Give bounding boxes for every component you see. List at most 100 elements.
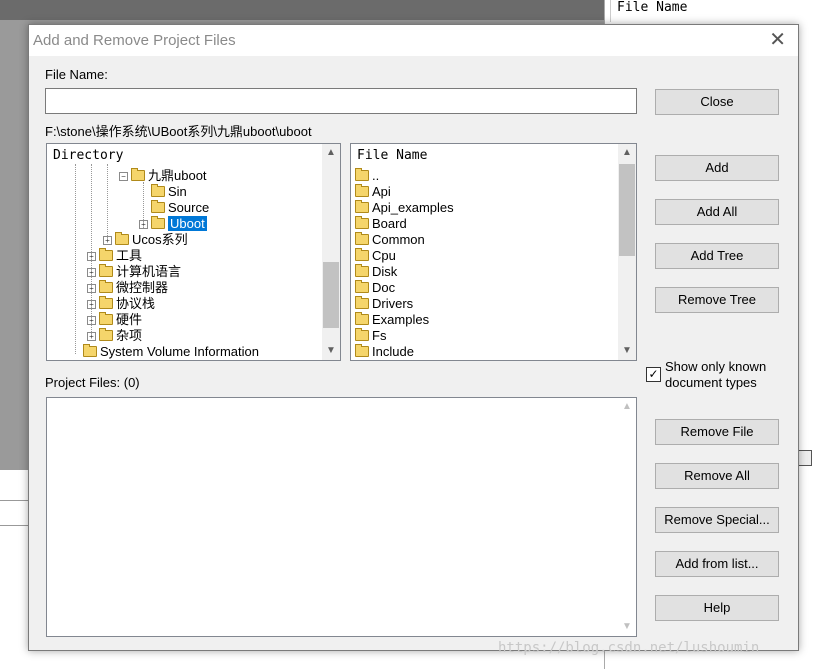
file-list-item[interactable]: Fs [355, 328, 386, 344]
file-list[interactable]: File Name .. Api Api_examples Board Common Cp… [350, 143, 637, 361]
file-list-scrollbar[interactable]: ▲ ▼ [618, 144, 636, 360]
tree-item-label: 硬件 [116, 312, 143, 327]
file-list-item-label: Drivers [372, 296, 414, 311]
file-list-item[interactable]: Api [355, 184, 391, 200]
folder-icon [99, 296, 113, 309]
close-button[interactable]: Close [655, 89, 779, 115]
background-title-strip [0, 0, 604, 20]
directory-scrollbar[interactable]: ▲ ▼ [322, 144, 340, 360]
folder-icon [99, 312, 113, 325]
scroll-down-arrow-icon[interactable]: ▼ [618, 618, 636, 636]
add-from-list-button[interactable]: Add from list... [655, 551, 779, 577]
background-divider [0, 500, 30, 501]
help-button[interactable]: Help [655, 595, 779, 621]
watermark: https://blog.csdn.net/lushoumin [498, 640, 760, 656]
add-button[interactable]: Add [655, 155, 779, 181]
current-path: F:\stone\操作系统\UBoot系列\九鼎uboot\uboot [45, 124, 312, 139]
show-known-types-label-line2: document types [665, 375, 757, 390]
tree-item-label: Ucos系列 [132, 232, 188, 247]
file-list-item-label: Doc [372, 280, 396, 295]
tree-item[interactable]: 工具 [99, 248, 142, 264]
folder-icon [99, 280, 113, 293]
tree-item[interactable]: 协议栈 [99, 296, 155, 312]
tree-item-label: 协议栈 [116, 296, 156, 311]
file-list-item-label: Common [372, 232, 425, 247]
file-list-item[interactable]: Drivers [355, 296, 413, 312]
folder-icon [151, 216, 165, 229]
file-list-item[interactable]: .. [355, 168, 379, 184]
tree-item[interactable]: Uboot [151, 216, 207, 232]
add-remove-project-files-dialog: Add and Remove Project Files ✕ File Name… [28, 24, 799, 651]
dialog-titlebar: Add and Remove Project Files ✕ [29, 25, 798, 56]
file-name-label: File Name: [45, 67, 108, 82]
remove-all-button[interactable]: Remove All [655, 463, 779, 489]
checkmark-icon: ✓ [648, 367, 659, 381]
folder-icon [99, 264, 113, 277]
folder-icon [355, 216, 369, 229]
directory-tree[interactable]: Directory 九鼎uboot − Sin Source Uboot + Ucos系列 +… [46, 143, 341, 361]
project-files-scrollbar[interactable]: ▲ ▼ [618, 398, 636, 636]
project-files-list[interactable]: ▲ ▼ [46, 397, 637, 637]
scroll-down-arrow-icon[interactable]: ▼ [322, 342, 340, 360]
folder-icon [151, 184, 165, 197]
tree-item[interactable]: Sin [151, 184, 187, 200]
close-icon[interactable]: ✕ [769, 30, 786, 50]
directory-header: Directory [53, 148, 124, 163]
tree-item[interactable]: Source [151, 200, 209, 216]
tree-guide-line [91, 164, 92, 334]
file-list-item[interactable]: Api_examples [355, 200, 454, 216]
file-list-item-label: Include [372, 344, 414, 359]
file-list-header: File Name [357, 148, 428, 163]
collapse-icon[interactable]: − [119, 172, 128, 181]
add-all-button[interactable]: Add All [655, 199, 779, 225]
parent-folder-icon [355, 168, 369, 181]
folder-icon [355, 296, 369, 309]
project-files-label: Project Files: (0) [45, 375, 140, 390]
file-list-item-label: Api [372, 184, 391, 199]
tree-item-label: Source [168, 200, 210, 215]
file-list-item-label: Cpu [372, 248, 396, 263]
remove-special-button[interactable]: Remove Special... [655, 507, 779, 533]
tree-guide-line [143, 182, 144, 228]
tree-item-label: 工具 [116, 248, 143, 263]
remove-tree-button[interactable]: Remove Tree [655, 287, 779, 313]
tree-item[interactable]: 硬件 [99, 312, 142, 328]
file-list-item[interactable]: Include [355, 344, 414, 360]
folder-icon [99, 328, 113, 341]
file-list-item-label: Examples [372, 312, 430, 327]
tree-item[interactable]: 微控制器 [99, 280, 168, 296]
folder-icon [115, 232, 129, 245]
tree-item-label: Uboot [168, 216, 207, 231]
folder-icon [151, 200, 165, 213]
folder-icon [355, 344, 369, 357]
file-name-input[interactable] [45, 88, 637, 114]
scrollbar-thumb[interactable] [323, 262, 339, 328]
add-tree-button[interactable]: Add Tree [655, 243, 779, 269]
tree-guide-line [107, 164, 108, 238]
tree-item[interactable]: Ucos系列 [115, 232, 188, 248]
tree-item[interactable]: 计算机语言 [99, 264, 181, 280]
scroll-down-arrow-icon[interactable]: ▼ [618, 342, 636, 360]
folder-icon [99, 248, 113, 261]
show-known-types-checkbox[interactable]: ✓ [646, 367, 661, 382]
tree-item-label: System Volume Information [100, 344, 259, 359]
folder-icon [355, 200, 369, 213]
scroll-up-arrow-icon[interactable]: ▲ [618, 144, 636, 162]
tree-item[interactable]: System Volume Information [83, 344, 259, 360]
remove-file-button[interactable]: Remove File [655, 419, 779, 445]
tree-item-label: 九鼎uboot [148, 168, 207, 183]
scrollbar-thumb[interactable] [619, 164, 635, 256]
file-list-item[interactable]: Common [355, 232, 425, 248]
scroll-up-arrow-icon[interactable]: ▲ [322, 144, 340, 162]
file-list-item[interactable]: Doc [355, 280, 395, 296]
tree-item[interactable]: 杂项 [99, 328, 142, 344]
file-list-item-label: Disk [372, 264, 398, 279]
tree-item-label: 杂项 [116, 328, 143, 343]
file-list-item[interactable]: Disk [355, 264, 397, 280]
file-list-item[interactable]: Cpu [355, 248, 396, 264]
file-list-item[interactable]: Examples [355, 312, 429, 328]
scroll-up-arrow-icon[interactable]: ▲ [618, 398, 636, 416]
file-list-item-label: Fs [372, 328, 387, 343]
file-list-item-label: .. [372, 168, 380, 183]
file-list-item[interactable]: Board [355, 216, 407, 232]
